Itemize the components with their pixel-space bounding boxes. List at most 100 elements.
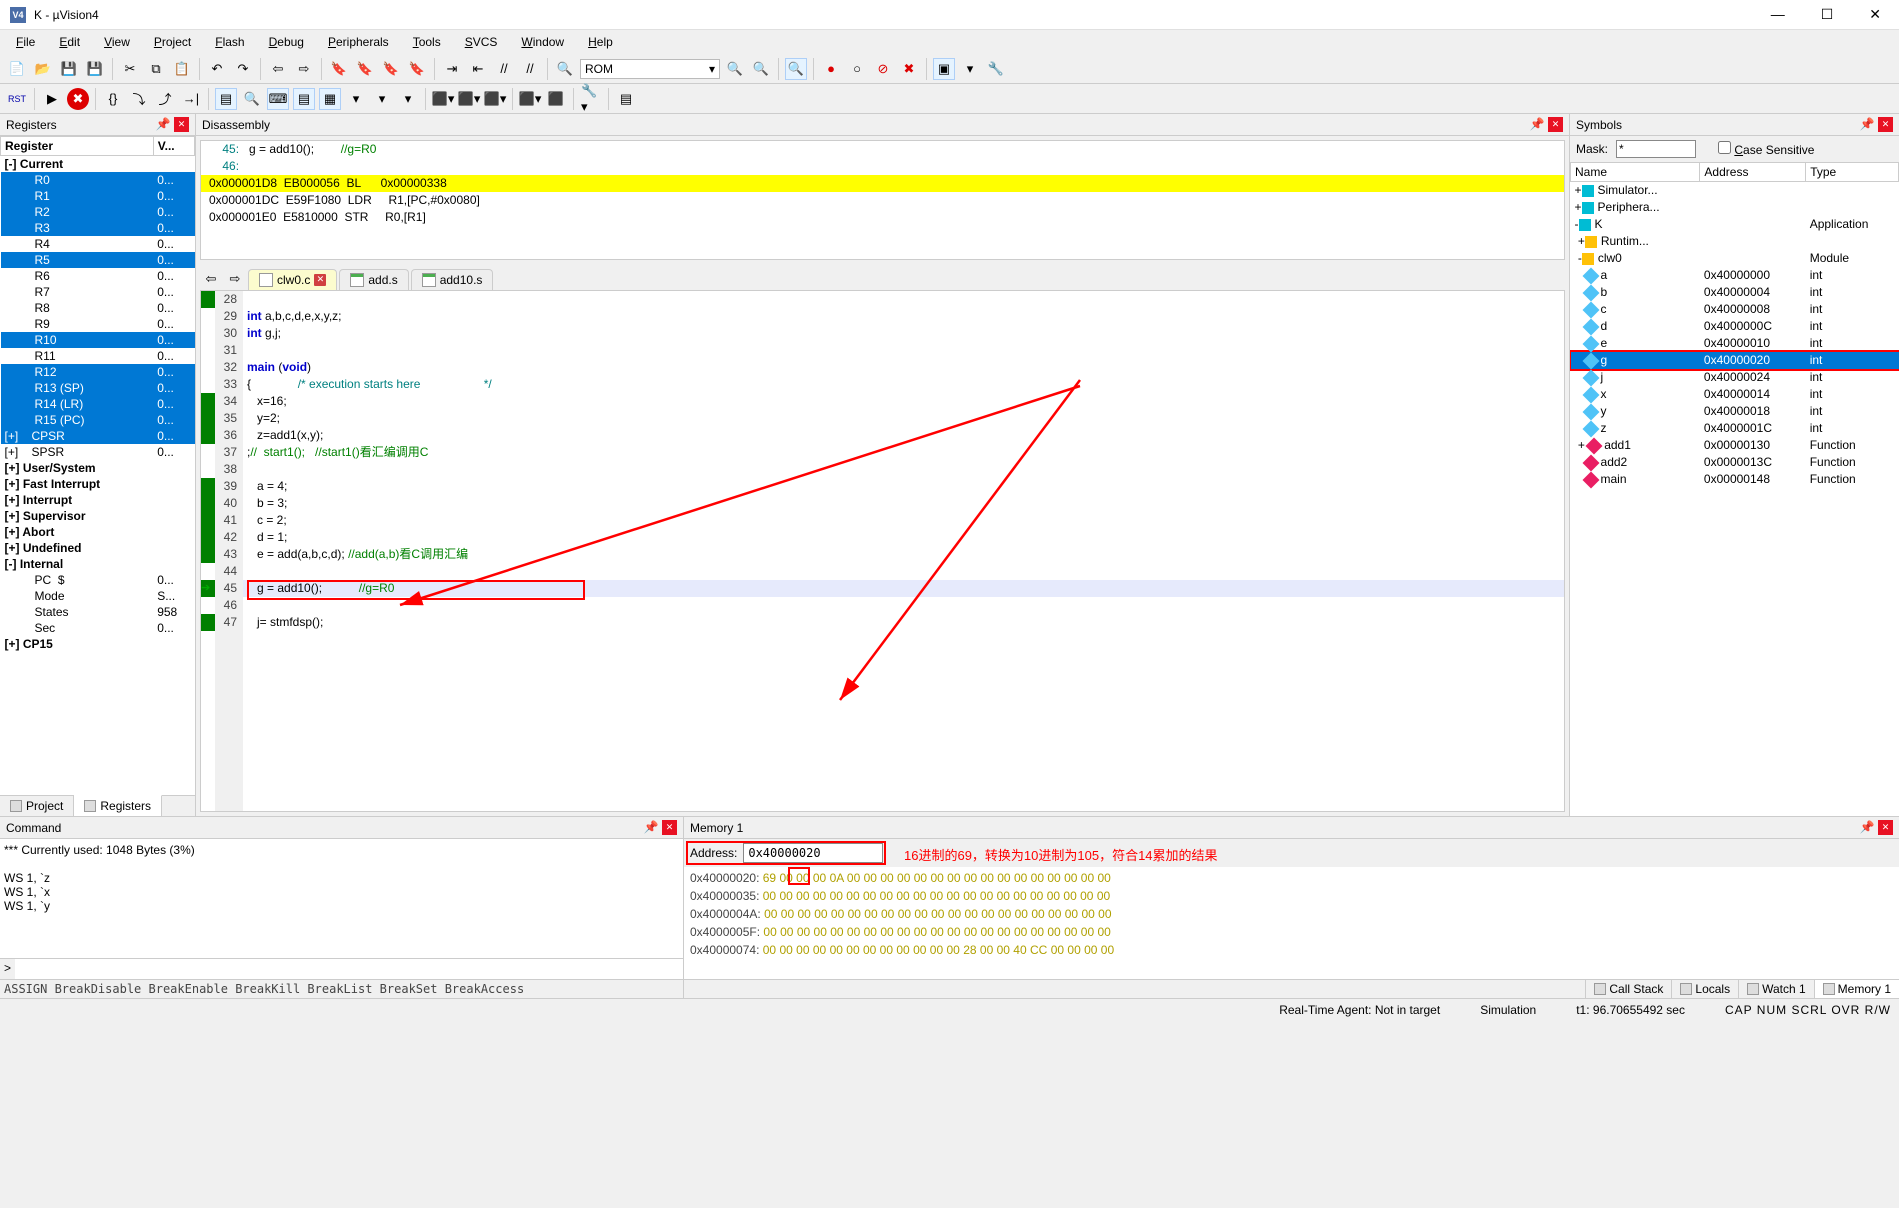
register-row[interactable]: [+] Undefined (1, 540, 195, 556)
editor-tab[interactable]: add.s (339, 269, 408, 290)
save-all-icon[interactable]: 💾 (84, 58, 106, 80)
memory-tab[interactable]: Watch 1 (1738, 980, 1814, 998)
register-row[interactable]: [+] Abort (1, 524, 195, 540)
nav-back-icon[interactable]: ⇦ (267, 58, 289, 80)
breakpoint-disable-icon[interactable]: ⊘ (872, 58, 894, 80)
editor-tab[interactable]: add10.s (411, 269, 494, 290)
step-over-icon[interactable]: ⤵ (128, 88, 150, 110)
register-row[interactable]: R60... (1, 268, 195, 284)
tab-registers[interactable]: Registers (74, 795, 162, 816)
memory-windows-icon[interactable]: ⬛▾ (458, 88, 480, 110)
menu-project[interactable]: Project (144, 31, 201, 53)
disassembly-view[interactable]: 45: g = add10(); //g=R0 46: 0x000001D8 E… (200, 140, 1565, 260)
symbol-row[interactable]: -clw0Module (1571, 250, 1899, 267)
symbol-row[interactable]: g0x40000020int (1571, 352, 1899, 369)
register-row[interactable]: R30... (1, 220, 195, 236)
menu-view[interactable]: View (94, 31, 140, 53)
close-pane-icon[interactable]: ✕ (1878, 820, 1893, 835)
memory-tab[interactable]: Memory 1 (1814, 980, 1899, 998)
watch-window-icon[interactable]: ⬛▾ (432, 88, 454, 110)
register-row[interactable]: R40... (1, 236, 195, 252)
register-row[interactable]: R20... (1, 204, 195, 220)
register-row[interactable]: R110... (1, 348, 195, 364)
register-row[interactable]: [+] CPSR0... (1, 428, 195, 444)
redo-icon[interactable]: ↷ (232, 58, 254, 80)
debug-settings-icon[interactable]: 🔧▾ (580, 88, 602, 110)
step-out-icon[interactable]: ⤴ (154, 88, 176, 110)
uncomment-icon[interactable]: // (519, 58, 541, 80)
command-output[interactable]: *** Currently used: 1048 Bytes (3%) WS 1… (0, 839, 683, 958)
register-row[interactable]: [-] Current (1, 156, 195, 172)
symbol-row[interactable]: j0x40000024int (1571, 369, 1899, 386)
reg-col-name[interactable]: Register (1, 137, 154, 156)
symbol-row[interactable]: main0x00000148Function (1571, 471, 1899, 488)
open-icon[interactable]: 📂 (32, 58, 54, 80)
nav-fwd-icon[interactable]: ⇨ (293, 58, 315, 80)
menu-window[interactable]: Window (511, 31, 574, 53)
undo-icon[interactable]: ↶ (206, 58, 228, 80)
comment-icon[interactable]: // (493, 58, 515, 80)
mask-input[interactable] (1616, 140, 1696, 158)
run-icon[interactable]: ▶ (41, 88, 63, 110)
reset-icon[interactable]: RST (6, 88, 28, 110)
new-file-icon[interactable]: 📄 (6, 58, 28, 80)
step-icon[interactable]: {} (102, 88, 124, 110)
breakpoint-kill-icon[interactable]: ✖ (898, 58, 920, 80)
symbol-row[interactable]: y0x40000018int (1571, 403, 1899, 420)
trace-window-icon[interactable]: ▾ (397, 88, 419, 110)
registers-window-icon[interactable]: 🔍 (241, 88, 263, 110)
symbol-row[interactable]: add20x0000013CFunction (1571, 454, 1899, 471)
update-windows-icon[interactable]: ▤ (615, 88, 637, 110)
register-row[interactable]: [+] User/System (1, 460, 195, 476)
editor-tab[interactable]: clw0.c✕ (248, 269, 337, 290)
register-row[interactable]: [+] Supervisor (1, 508, 195, 524)
toolbox-icon[interactable]: ⬛▾ (519, 88, 541, 110)
run-to-cursor-icon[interactable]: →| (180, 88, 202, 110)
register-row[interactable]: R100... (1, 332, 195, 348)
symbol-row[interactable]: x0x40000014int (1571, 386, 1899, 403)
code-editor[interactable]: 2829303132333435363738394041424344454647… (200, 290, 1565, 812)
tab-project[interactable]: Project (0, 796, 74, 816)
symbol-row[interactable]: +Periphera... (1571, 199, 1899, 216)
register-row[interactable]: R120... (1, 364, 195, 380)
register-row[interactable]: R80... (1, 300, 195, 316)
menu-flash[interactable]: Flash (205, 31, 254, 53)
copy-icon[interactable]: ⧉ (145, 58, 167, 80)
show-disasm-icon[interactable]: ▤ (215, 88, 237, 110)
register-row[interactable]: R13 (SP)0... (1, 380, 195, 396)
close-button[interactable]: ✕ (1861, 6, 1889, 23)
menu-help[interactable]: Help (578, 31, 623, 53)
breakpoint-enable-icon[interactable]: ○ (846, 58, 868, 80)
sym-col-type[interactable]: Type (1806, 163, 1899, 182)
symbol-row[interactable]: +Runtim... (1571, 233, 1899, 250)
menu-file[interactable]: File (6, 31, 45, 53)
pin-icon[interactable]: 📌 (1860, 820, 1874, 834)
tools-icon[interactable]: 🔧 (985, 58, 1007, 80)
pin-icon[interactable]: 📌 (644, 820, 658, 834)
memory-window-icon[interactable]: ▤ (293, 88, 315, 110)
maximize-button[interactable]: ☐ (1813, 6, 1842, 23)
register-row[interactable]: Sec0... (1, 620, 195, 636)
register-row[interactable]: PC $0... (1, 572, 195, 588)
register-row[interactable]: States958 (1, 604, 195, 620)
bookmark-prev-icon[interactable]: 🔖 (354, 58, 376, 80)
incremental-find-icon[interactable]: 🔍 (750, 58, 772, 80)
menu-edit[interactable]: Edit (49, 31, 90, 53)
nav-back-tab-icon[interactable]: ⇦ (200, 268, 222, 290)
bookmark-clear-icon[interactable]: 🔖 (406, 58, 428, 80)
save-icon[interactable]: 💾 (58, 58, 80, 80)
close-tab-icon[interactable]: ✕ (314, 274, 326, 286)
menu-svcs[interactable]: SVCS (455, 31, 508, 53)
memory-tab[interactable]: Locals (1671, 980, 1738, 998)
register-row[interactable]: [+] Fast Interrupt (1, 476, 195, 492)
registers-tree[interactable]: RegisterV... [-] Current R00... R10... R… (0, 136, 195, 795)
find-icon[interactable]: 🔍 (554, 58, 576, 80)
register-row[interactable]: R10... (1, 188, 195, 204)
outdent-icon[interactable]: ⇤ (467, 58, 489, 80)
register-row[interactable]: [+] Interrupt (1, 492, 195, 508)
register-row[interactable]: R50... (1, 252, 195, 268)
stop-icon[interactable]: ✖ (67, 88, 89, 110)
symbol-row[interactable]: e0x40000010int (1571, 335, 1899, 352)
memory-hex-view[interactable]: 0x40000020: 69 00 00 00 0A 00 00 00 00 0… (684, 867, 1899, 979)
close-pane-icon[interactable]: ✕ (1548, 117, 1563, 132)
